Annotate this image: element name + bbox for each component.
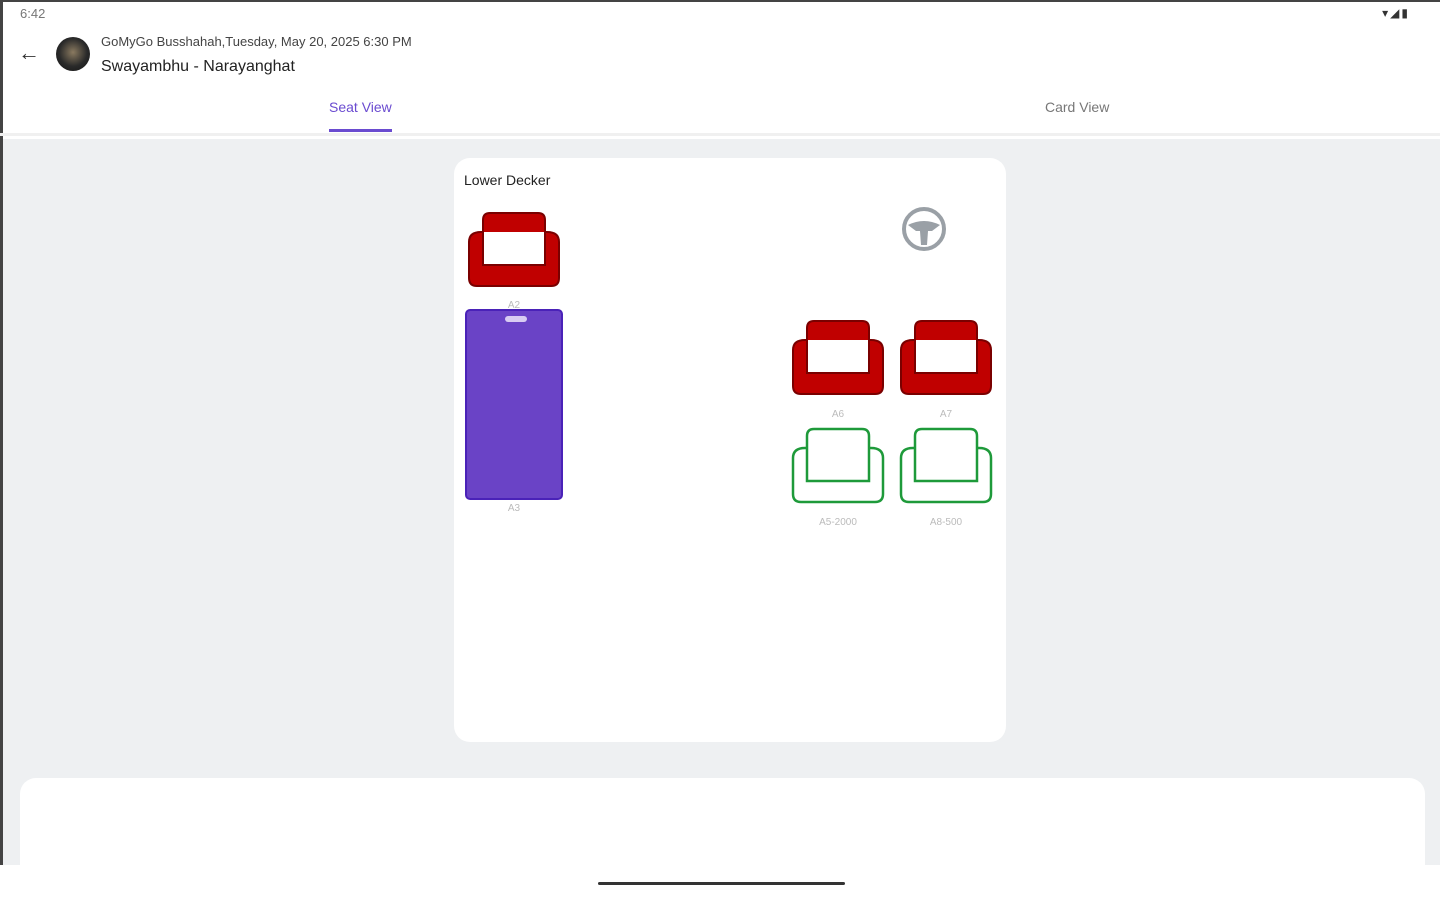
- status-time: 6:42: [20, 6, 46, 21]
- pillow-icon: [505, 316, 527, 322]
- tab-seat-view[interactable]: Seat View: [329, 99, 392, 132]
- trip-subtitle: GoMyGo Busshahah,Tuesday, May 20, 2025 6…: [101, 34, 412, 49]
- avatar: [56, 37, 90, 71]
- sleeper-seat-a3[interactable]: [465, 309, 563, 500]
- deck-title: Lower Decker: [464, 172, 551, 188]
- bottom-sheet: [20, 778, 1425, 878]
- seat-label: A7: [939, 409, 953, 420]
- gesture-handle[interactable]: [598, 882, 845, 885]
- back-arrow-icon[interactable]: ←: [18, 40, 40, 66]
- seat-a5[interactable]: [789, 426, 887, 506]
- seat-a2[interactable]: [465, 210, 563, 290]
- seat-label: A3: [507, 503, 521, 514]
- steering-wheel-icon: [902, 207, 946, 251]
- seat-label: A8-500: [929, 517, 963, 528]
- seat-label: A5-2000: [819, 517, 857, 528]
- route-title: Swayambhu - Narayanghat: [101, 58, 295, 75]
- status-icons: ▾◢▮: [1382, 6, 1410, 20]
- seat-a7[interactable]: [897, 318, 995, 398]
- tab-card-view[interactable]: Card View: [1045, 99, 1109, 129]
- seat-layout-area: Lower Decker A2 A3 A6 A7 A5-2000 A8-500: [3, 139, 1440, 878]
- system-nav-bar: [0, 865, 1440, 900]
- seat-a8[interactable]: [897, 426, 995, 506]
- view-tabs: Seat View Card View: [0, 92, 1440, 136]
- deck-card: Lower Decker A2 A3 A6 A7 A5-2000 A8-500: [454, 158, 1006, 742]
- seat-a6[interactable]: [789, 318, 887, 398]
- seat-label: A6: [831, 409, 845, 420]
